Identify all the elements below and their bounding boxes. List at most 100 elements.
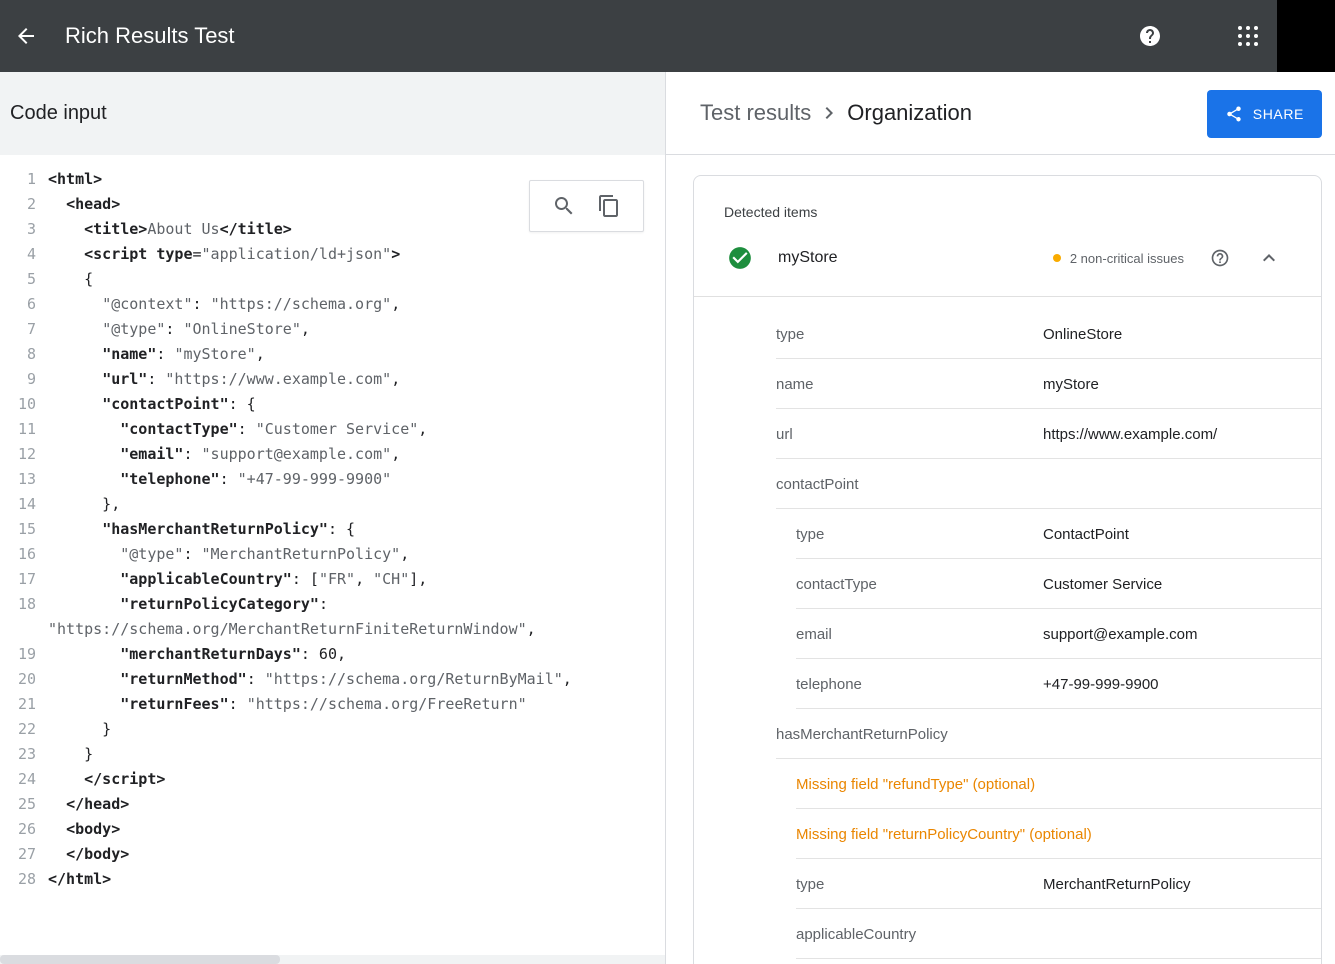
code-line: 5 { — [0, 267, 665, 292]
breadcrumb-test-results[interactable]: Test results — [700, 100, 811, 126]
line-content: "applicableCountry": ["FR", "CH"], — [36, 567, 427, 592]
code-line: 28</html> — [0, 867, 665, 892]
line-content: "returnFees": "https://schema.org/FreeRe… — [36, 692, 527, 717]
line-content: "hasMerchantReturnPolicy": { — [36, 517, 355, 542]
line-content: } — [36, 742, 93, 767]
property-value: MerchantReturnPolicy — [1043, 876, 1191, 893]
missing-field-label: Missing field "returnPolicyCountry" (opt… — [796, 826, 1092, 843]
help-icon[interactable] — [1138, 24, 1162, 48]
line-number — [0, 617, 36, 642]
line-number: 8 — [0, 342, 36, 367]
property-row: typeContactPoint — [694, 509, 1321, 559]
code-line: 12 "email": "support@example.com", — [0, 442, 665, 467]
chevron-right-icon — [817, 101, 841, 125]
code-line: 7 "@type": "OnlineStore", — [0, 317, 665, 342]
code-line: "https://schema.org/MerchantReturnFinite… — [0, 617, 665, 642]
code-input-title: Code input — [10, 102, 107, 125]
line-content: <body> — [36, 817, 120, 842]
line-number: 3 — [0, 217, 36, 242]
line-number: 13 — [0, 467, 36, 492]
code-line: 25 </head> — [0, 792, 665, 817]
app-title: Rich Results Test — [65, 23, 235, 49]
line-content: <html> — [36, 167, 102, 192]
line-content: <script type="application/ld+json"> — [36, 242, 400, 267]
code-toolbar — [529, 180, 644, 232]
code-input-header: Code input — [0, 72, 665, 155]
code-line: 15 "hasMerchantReturnPolicy": { — [0, 517, 665, 542]
code-line: 22 } — [0, 717, 665, 742]
code-line: 17 "applicableCountry": ["FR", "CH"], — [0, 567, 665, 592]
property-row: type OnlineStore — [694, 309, 1321, 359]
code-lines: 1<html>2 <head>3 <title>About Us</title>… — [0, 167, 665, 892]
property-row: telephone +47-99-999-9900 — [694, 659, 1321, 709]
results-panel: Test results Organization SHARE Detected… — [665, 72, 1335, 964]
code-line: 26 <body> — [0, 817, 665, 842]
property-value: OnlineStore — [1043, 326, 1122, 343]
line-content: "returnPolicyCategory": — [36, 592, 328, 617]
code-line: 4 <script type="application/ld+json"> — [0, 242, 665, 267]
detected-entity-row[interactable]: myStore 2 non-critical issues — [694, 220, 1321, 296]
property-label: email — [796, 626, 832, 643]
code-editor[interactable]: 1<html>2 <head>3 <title>About Us</title>… — [0, 155, 665, 964]
line-number: 27 — [0, 842, 36, 867]
search-icon[interactable] — [552, 194, 576, 218]
missing-field-row: Missing field "refundType" (optional) — [694, 759, 1321, 809]
code-line: 8 "name": "myStore", — [0, 342, 665, 367]
line-content: { — [36, 267, 93, 292]
line-number: 11 — [0, 417, 36, 442]
code-input-panel: Code input 1<html>2 <head>3 <title>About… — [0, 72, 665, 964]
code-line: 20 "returnMethod": "https://schema.org/R… — [0, 667, 665, 692]
code-line: 19 "merchantReturnDays": 60, — [0, 642, 665, 667]
check-circle-icon — [727, 245, 753, 271]
back-arrow-icon[interactable] — [14, 24, 38, 48]
line-content: "name": "myStore", — [36, 342, 265, 367]
results-body: Detected items myStore 2 non-critical is… — [666, 155, 1335, 964]
line-number: 24 — [0, 767, 36, 792]
detected-items-label: Detected items — [694, 176, 1321, 220]
property-value: support@example.com — [1043, 626, 1197, 643]
line-content: "merchantReturnDays": 60, — [36, 642, 346, 667]
line-content: </html> — [36, 867, 111, 892]
property-value: https://www.example.com/ — [1043, 426, 1217, 443]
line-content: </script> — [36, 767, 165, 792]
line-number: 7 — [0, 317, 36, 342]
line-content: <head> — [36, 192, 120, 217]
property-row: namemyStore — [694, 359, 1321, 409]
scrollbar-thumb[interactable] — [0, 955, 280, 964]
code-line: 6 "@context": "https://schema.org", — [0, 292, 665, 317]
main-content: Code input 1<html>2 <head>3 <title>About… — [0, 72, 1335, 964]
line-content: } — [36, 717, 111, 742]
results-card: Detected items myStore 2 non-critical is… — [693, 175, 1322, 964]
line-number: 6 — [0, 292, 36, 317]
line-number: 22 — [0, 717, 36, 742]
property-value: +47-99-999-9900 — [1043, 676, 1159, 693]
chevron-up-icon[interactable] — [1257, 246, 1281, 270]
line-number: 26 — [0, 817, 36, 842]
code-line: 21 "returnFees": "https://schema.org/Fre… — [0, 692, 665, 717]
line-number: 5 — [0, 267, 36, 292]
apps-grid-icon[interactable] — [1236, 24, 1260, 48]
line-number: 2 — [0, 192, 36, 217]
property-label: url — [776, 426, 793, 443]
code-line: 24 </script> — [0, 767, 665, 792]
profile-area[interactable] — [1277, 0, 1335, 72]
help-outline-icon[interactable] — [1210, 248, 1230, 268]
line-content: "telephone": "+47-99-999-9900" — [36, 467, 391, 492]
line-number: 21 — [0, 692, 36, 717]
property-label: telephone — [796, 676, 862, 693]
code-line: 10 "contactPoint": { — [0, 392, 665, 417]
property-row: type MerchantReturnPolicy — [694, 859, 1321, 909]
share-button[interactable]: SHARE — [1207, 90, 1322, 138]
line-content: "@context": "https://schema.org", — [36, 292, 400, 317]
copy-icon[interactable] — [597, 194, 621, 218]
property-row: contactPoint — [694, 459, 1321, 509]
line-content: "@type": "MerchantReturnPolicy", — [36, 542, 409, 567]
code-line: 18 "returnPolicyCategory": — [0, 592, 665, 617]
property-table: type OnlineStore namemyStore url https://www… — [694, 297, 1321, 959]
property-label: type — [796, 876, 824, 893]
code-line: 13 "telephone": "+47-99-999-9900" — [0, 467, 665, 492]
line-number: 14 — [0, 492, 36, 517]
property-value: ContactPoint — [1043, 526, 1129, 543]
property-label: type — [776, 326, 804, 343]
line-number: 4 — [0, 242, 36, 267]
